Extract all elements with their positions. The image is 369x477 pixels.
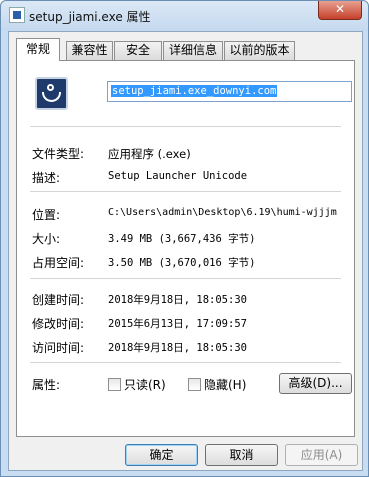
attributes-row: 属性: 只读(R) 隐藏(H) 高级(D)... xyxy=(32,373,352,394)
disk-size-value: 3.50 MB (3,670,016 字节) xyxy=(108,257,256,269)
divider xyxy=(30,362,341,363)
tab-details[interactable]: 详细信息 xyxy=(163,41,223,60)
accessed-row: 访问时间: 2018年9月18日, 18:05:30 xyxy=(32,339,352,355)
description-label: 描述: xyxy=(32,171,61,185)
modified-row: 修改时间: 2015年6月13日, 17:09:57 xyxy=(32,315,352,331)
size-value: 3.49 MB (3,667,436 字节) xyxy=(108,233,256,245)
divider xyxy=(30,278,341,279)
disk-size-label: 占用空间: xyxy=(32,256,85,270)
window-title: setup_jiami.exe 属性 xyxy=(29,10,151,24)
created-label: 创建时间: xyxy=(32,293,85,307)
ok-button[interactable]: 确定 xyxy=(125,444,198,466)
tab-previous-versions[interactable]: 以前的版本 xyxy=(224,41,295,60)
file-icon xyxy=(9,7,25,23)
file-type-row: 文件类型: 应用程序 (.exe) xyxy=(32,145,352,161)
location-row: 位置: C:\Users\admin\Desktop\6.19\humi-wjj… xyxy=(32,206,352,222)
accessed-value: 2018年9月18日, 18:05:30 xyxy=(108,342,247,354)
hidden-checkbox[interactable] xyxy=(188,378,201,391)
advanced-button[interactable]: 高级(D)... xyxy=(279,373,352,394)
modified-value: 2015年6月13日, 17:09:57 xyxy=(108,318,247,330)
size-label: 大小: xyxy=(32,232,61,246)
tab-general[interactable]: 常规 xyxy=(16,38,60,61)
created-row: 创建时间: 2018年9月18日, 18:05:30 xyxy=(32,291,352,307)
properties-window: setup_jiami.exe 属性 ✕ 常规 兼容性 安全 详细信息 以前的版… xyxy=(0,0,369,477)
description-row: 描述: Setup Launcher Unicode xyxy=(32,169,352,185)
modified-label: 修改时间: xyxy=(32,317,85,331)
filename-text: setup_jiami.exe_downyi.com xyxy=(111,85,278,97)
location-label: 位置: xyxy=(32,208,61,222)
close-button[interactable]: ✕ xyxy=(318,1,362,20)
title-bar: setup_jiami.exe 属性 ✕ xyxy=(1,1,368,31)
location-value: C:\Users\admin\Desktop\6.19\humi-wjjjm xyxy=(108,207,337,218)
hidden-label[interactable]: 隐藏(H) xyxy=(204,376,246,393)
tab-security[interactable]: 安全 xyxy=(114,41,162,60)
file-type-value: 应用程序 (.exe) xyxy=(108,147,191,161)
accessed-label: 访问时间: xyxy=(32,341,85,355)
description-value: Setup Launcher Unicode xyxy=(108,170,248,182)
created-value: 2018年9月18日, 18:05:30 xyxy=(108,294,247,306)
disk-size-row: 占用空间: 3.50 MB (3,670,016 字节) xyxy=(32,254,352,270)
size-row: 大小: 3.49 MB (3,667,436 字节) xyxy=(32,230,352,246)
installer-icon xyxy=(35,77,68,110)
dialog-body: 常规 兼容性 安全 详细信息 以前的版本 setup_jiami.exe_dow… xyxy=(8,31,363,471)
filename-field[interactable]: setup_jiami.exe_downyi.com xyxy=(107,81,352,102)
divider xyxy=(30,126,341,127)
file-type-label: 文件类型: xyxy=(32,147,85,161)
general-panel: setup_jiami.exe_downyi.com 文件类型: 应用程序 (.… xyxy=(16,60,355,437)
attributes-label: 属性: xyxy=(32,378,61,392)
readonly-label[interactable]: 只读(R) xyxy=(124,376,166,393)
divider xyxy=(30,191,341,192)
tab-compatibility[interactable]: 兼容性 xyxy=(66,41,113,60)
cancel-button[interactable]: 取消 xyxy=(205,444,278,466)
apply-button[interactable]: 应用(A) xyxy=(285,444,358,466)
readonly-checkbox[interactable] xyxy=(108,378,121,391)
